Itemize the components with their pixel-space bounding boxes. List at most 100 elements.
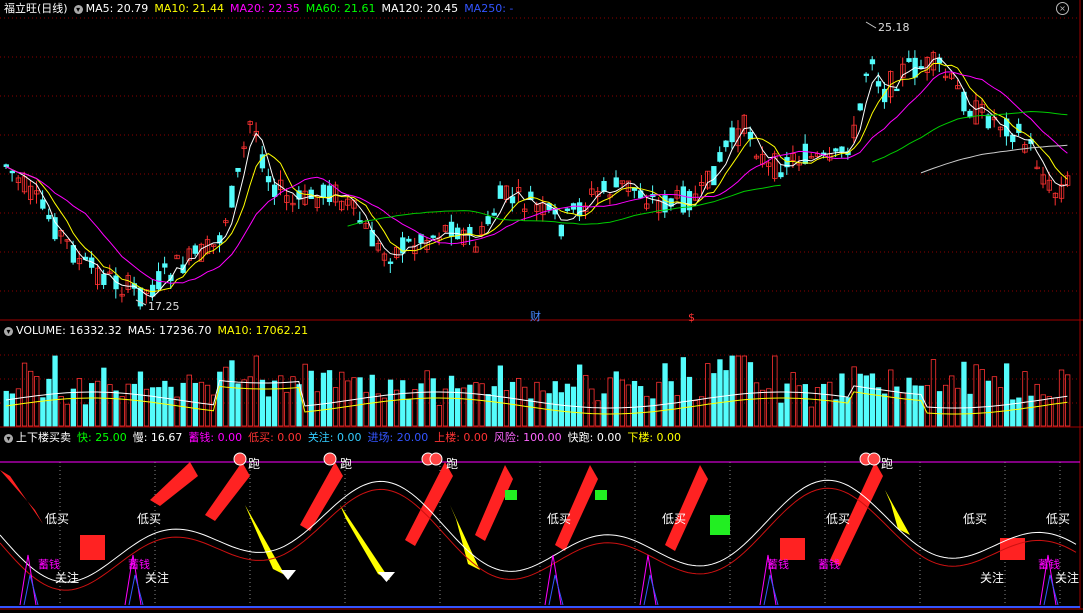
chart-canvas[interactable]: 25.18 17.25 财 $ 跑 跑 跑 跑低买 低买 低买 低买 低买 低买 低买蓄钱 蓄钱 蓄钱 蓄钱 蓄钱… <box>0 0 1083 613</box>
volume-bar <box>119 396 125 427</box>
signal-fall-area <box>340 505 390 580</box>
volume-bar <box>1028 395 1034 427</box>
volume-bar <box>58 396 64 427</box>
volume-bar <box>1016 397 1022 427</box>
volume-bar <box>497 365 504 427</box>
signal-indicator-8: 快跑: 0.00 <box>567 431 622 444</box>
volume-bar <box>1022 371 1028 427</box>
volume-bar <box>64 403 70 427</box>
run-marker-icon <box>323 452 337 466</box>
candle-body <box>863 73 869 76</box>
volume-bar <box>95 380 101 427</box>
volume-bar <box>985 380 991 427</box>
price-indicator-0: MA5: 20.79 <box>85 2 149 15</box>
volume-bar <box>875 387 882 427</box>
volume-bar <box>265 396 272 427</box>
volume-bar <box>302 363 308 427</box>
volume-bar <box>418 383 424 427</box>
volume-bar <box>345 380 351 427</box>
candle-body <box>9 170 16 174</box>
volume-bar <box>900 392 906 427</box>
volume-bar <box>21 362 28 427</box>
volume-bar <box>168 386 174 427</box>
volume-bar <box>375 393 382 427</box>
signal-red-block <box>80 535 105 560</box>
volume-bar <box>107 384 113 427</box>
save-spike <box>19 554 37 606</box>
volume-bar <box>3 390 9 427</box>
candle-body <box>229 185 235 208</box>
volume-bar <box>741 355 747 427</box>
signal-green-block <box>595 490 607 500</box>
signal-panel-header: ▾ 上下楼买卖 快: 25.00 慢: 16.67 蓄钱: 0.00 低买: 0.00 关注… <box>4 431 693 445</box>
volume-bar <box>796 385 802 427</box>
signal-white-block <box>378 572 395 582</box>
volume-bar <box>1004 363 1010 427</box>
volume-bar <box>406 399 412 427</box>
dropdown-icon[interactable]: ▾ <box>4 434 13 443</box>
candle-body <box>497 185 504 199</box>
volume-bar <box>143 388 150 427</box>
candle-body <box>711 166 717 186</box>
volume-panel-header: ▾ VOLUME: 16332.32 MA5: 17236.70 MA10: 1706… <box>4 324 320 338</box>
signal-white-block <box>280 570 296 580</box>
volume-bar <box>1046 396 1052 427</box>
volume-bar <box>577 364 583 427</box>
signal-rise-area <box>405 462 453 546</box>
candle-body <box>936 57 943 64</box>
signal-rise-area <box>665 465 708 551</box>
dropdown-icon[interactable]: ▾ <box>4 327 13 336</box>
volume-bar <box>284 391 290 427</box>
candle-body <box>485 216 491 225</box>
volume-bar <box>479 383 485 427</box>
volume-bar <box>180 382 186 427</box>
low-buy-label: 低买 <box>137 512 161 526</box>
volume-bar <box>705 363 711 427</box>
save-label: 蓄钱 <box>1038 557 1060 571</box>
candle-body <box>406 238 412 242</box>
volume-bar <box>680 357 686 427</box>
candle-body <box>723 140 729 148</box>
volume-bar <box>332 387 339 427</box>
volume-bar <box>454 388 461 427</box>
volume-bar <box>613 371 619 427</box>
volume-bar <box>760 389 766 427</box>
volume-indicator-1: MA5: 17236.70 <box>127 324 212 337</box>
watch-spike <box>128 574 144 606</box>
candle-body <box>101 273 107 285</box>
volume-bar <box>503 390 510 427</box>
save-label: 蓄钱 <box>767 557 789 571</box>
volume-bar <box>381 397 388 427</box>
volume-bar <box>601 393 607 427</box>
volume-bar <box>467 384 473 427</box>
volume-bar <box>485 394 491 427</box>
candle-body <box>747 131 754 140</box>
dropdown-icon[interactable]: ▾ <box>73 5 83 14</box>
watch-label: 关注 <box>55 570 79 585</box>
volume-bar <box>1058 369 1065 427</box>
volume-bar <box>186 374 192 427</box>
volume-bar <box>314 391 321 427</box>
close-icon[interactable]: × <box>1056 2 1069 15</box>
signal-fall-area <box>245 505 285 575</box>
candle-body <box>894 88 900 92</box>
volume-indicator-2: MA10: 17062.21 <box>217 324 309 337</box>
volume-bar <box>436 404 443 427</box>
candle-body <box>448 221 455 237</box>
candle-body <box>192 245 199 254</box>
save-spike <box>639 554 657 606</box>
signal-rise-area <box>475 465 513 541</box>
volume-bar <box>833 399 839 427</box>
volume-bar <box>271 380 278 427</box>
volume-bar <box>851 366 857 427</box>
candle-body <box>320 184 327 198</box>
candle-body <box>985 114 991 129</box>
candle-body <box>162 263 168 268</box>
volume-bar <box>784 383 790 427</box>
candle-body <box>430 235 436 238</box>
volume-bar <box>955 387 961 427</box>
volume-bar <box>1065 374 1071 427</box>
candle-body <box>918 66 924 69</box>
signal-indicator-4: 关注: 0.00 <box>307 431 362 444</box>
signal-indicator-0: 快: 25.00 <box>77 431 127 444</box>
